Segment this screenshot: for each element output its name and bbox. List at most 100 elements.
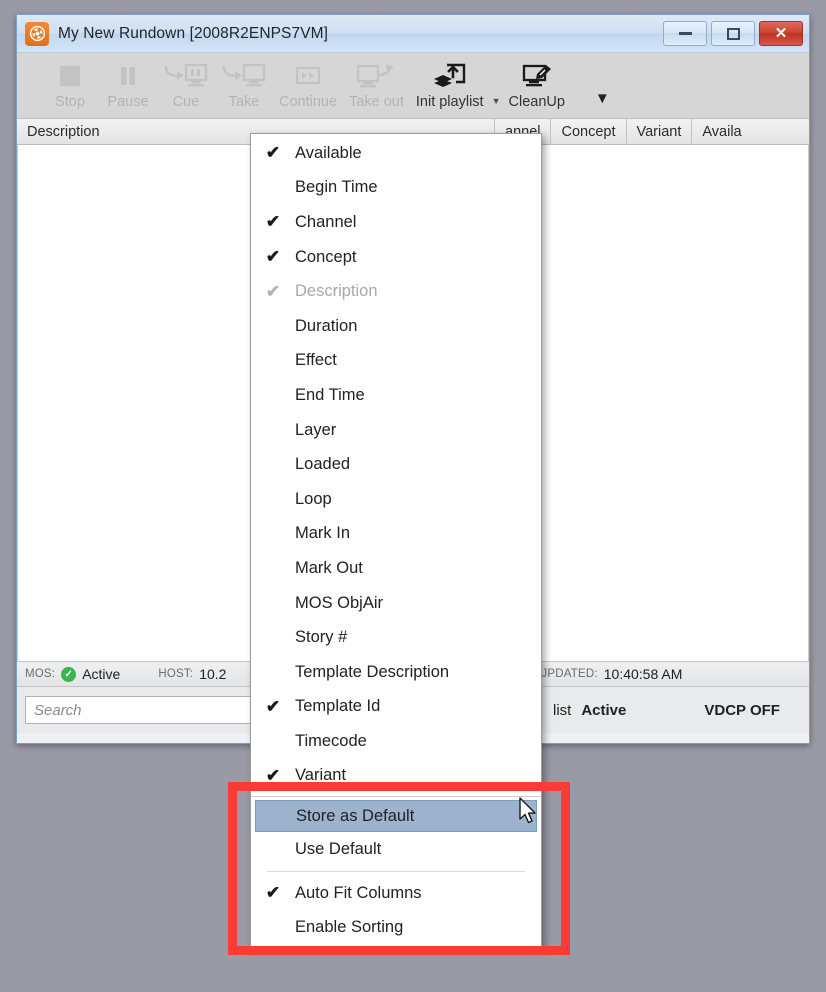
continue-icon [293, 59, 323, 93]
search-input[interactable] [26, 697, 282, 723]
menu-item-mark-out[interactable]: Mark Out [251, 551, 541, 586]
menu-item-end-time[interactable]: End Time [251, 378, 541, 413]
menu-item-duration[interactable]: Duration [251, 309, 541, 344]
menu-item-label: Mark In [295, 524, 351, 543]
menu-item-label: Loop [295, 489, 332, 508]
cleanup-icon [520, 59, 554, 93]
menu-item-label: Loaded [295, 455, 351, 474]
toolbar-button-continue[interactable]: Continue [273, 57, 343, 110]
toolbar-button-cleanup[interactable]: CleanUp [503, 57, 571, 110]
menu-item-auto-fit-columns[interactable]: ✔ Auto Fit Columns [251, 876, 541, 911]
menu-item-label: MOS ObjAir [295, 593, 384, 612]
menu-item-label: Channel [295, 212, 357, 231]
menu-item-label: Auto Fit Columns [295, 883, 422, 902]
menu-item-label: Description [295, 282, 378, 301]
init-playlist-dropdown-arrow[interactable]: ▼ [490, 96, 503, 118]
window-title: My New Rundown [2008R2ENPS7VM] [58, 24, 329, 42]
close-button[interactable]: ✕ [759, 21, 803, 46]
vdcp-state-label: VDCP OFF [704, 701, 780, 719]
menu-item-label: Mark Out [295, 558, 363, 577]
mos-active-icon: ✓ [61, 666, 77, 682]
menu-item-concept[interactable]: ✔ Concept [251, 240, 541, 275]
menu-item-template-description[interactable]: Template Description [251, 655, 541, 690]
menu-item-label: End Time [295, 385, 365, 404]
toolbar-button-cue[interactable]: Cue [157, 57, 215, 110]
menu-item-label: Use Default [295, 840, 382, 859]
cue-icon [164, 59, 208, 93]
check-icon: ✔ [265, 281, 281, 301]
menu-item-label: Story # [295, 628, 348, 647]
maximize-button[interactable] [711, 21, 755, 46]
toolbar-label-cue: Cue [172, 94, 200, 110]
menu-item-store-as-default[interactable]: Store as Default [255, 800, 537, 833]
menu-item-channel[interactable]: ✔ Channel [251, 205, 541, 240]
main-toolbar: Stop Pause Cue Take Continue Take out In… [17, 53, 809, 119]
menu-item-label: Timecode [295, 731, 367, 750]
stop-icon [57, 59, 83, 93]
column-chooser-context-menu[interactable]: ✔ Available Begin Time ✔ Channel ✔ Conce… [250, 133, 542, 949]
toolbar-label-continue: Continue [279, 94, 338, 110]
menu-item-story-number[interactable]: Story # [251, 620, 541, 655]
status-host-value: 10.2 [199, 666, 227, 682]
check-icon: ✔ [265, 696, 281, 716]
menu-item-variant[interactable]: ✔ Variant [251, 759, 541, 794]
menu-item-label: Begin Time [295, 178, 378, 197]
chevron-down-icon[interactable]: ▼ [571, 68, 610, 107]
close-icon: ✕ [774, 25, 788, 42]
menu-item-enable-sorting[interactable]: Enable Sorting [251, 910, 541, 945]
status-updated-value: 10:40:58 AM [603, 666, 683, 682]
toolbar-button-take-out[interactable]: Take out [343, 57, 410, 110]
toolbar-label-init-playlist: Init playlist [415, 94, 484, 110]
toolbar-button-take[interactable]: Take [215, 57, 273, 110]
menu-item-label: Concept [295, 247, 357, 266]
window-controls: ✕ [663, 21, 803, 46]
playlist-state-label: Active [581, 701, 627, 719]
menu-separator-bottom [267, 870, 525, 872]
menu-item-label: Template Id [295, 697, 381, 716]
column-header-concept[interactable]: Concept [551, 119, 627, 144]
toolbar-button-stop[interactable]: Stop [41, 57, 99, 110]
menu-item-available[interactable]: ✔ Available [251, 136, 541, 171]
menu-item-template-id[interactable]: ✔ Template Id [251, 690, 541, 725]
menu-item-begin-time[interactable]: Begin Time [251, 171, 541, 206]
menu-item-label: Available [295, 143, 362, 162]
rundown-app-icon [25, 21, 49, 46]
menu-item-label: Duration [295, 316, 358, 335]
menu-item-effect[interactable]: Effect [251, 344, 541, 379]
search-box[interactable] [25, 696, 283, 724]
status-updated-label: JPDATED: [541, 668, 598, 680]
status-host-label: HOST: [158, 668, 194, 680]
menu-item-label: Effect [295, 351, 337, 370]
column-header-available[interactable]: Availa [692, 119, 751, 144]
minimize-button[interactable] [663, 21, 707, 46]
toolbar-button-pause[interactable]: Pause [99, 57, 157, 110]
menu-item-mark-in[interactable]: Mark In [251, 517, 541, 552]
toolbar-label-pause: Pause [107, 94, 149, 110]
pause-icon [115, 59, 141, 93]
menu-item-description: ✔ Description [251, 274, 541, 309]
column-header-variant[interactable]: Variant [627, 119, 693, 144]
status-mos-label: MOS: [25, 668, 56, 680]
check-icon: ✔ [265, 247, 281, 267]
menu-item-label: Template Description [295, 662, 450, 681]
menu-item-layer[interactable]: Layer [251, 413, 541, 448]
minimize-icon [678, 32, 692, 35]
menu-item-loop[interactable]: Loop [251, 482, 541, 517]
menu-separator-top [251, 796, 541, 798]
take-icon [222, 59, 266, 93]
menu-item-use-default[interactable]: Use Default [251, 832, 541, 867]
menu-item-label: Layer [295, 420, 337, 439]
toolbar-button-init-playlist[interactable]: Init playlist [410, 57, 490, 110]
menu-item-label: Enable Sorting [295, 918, 404, 937]
status-mos-value: Active [82, 666, 121, 682]
menu-item-mos-objair[interactable]: MOS ObjAir [251, 586, 541, 621]
take-out-icon [356, 59, 396, 93]
check-icon: ✔ [265, 143, 281, 163]
menu-item-timecode[interactable]: Timecode [251, 724, 541, 759]
menu-item-loaded[interactable]: Loaded [251, 447, 541, 482]
title-bar[interactable]: My New Rundown [2008R2ENPS7VM] ✕ [17, 15, 809, 53]
check-icon: ✔ [265, 765, 281, 785]
menu-item-label: Store as Default [296, 806, 415, 825]
toolbar-label-take-out: Take out [349, 94, 404, 110]
maximize-icon [726, 27, 740, 40]
